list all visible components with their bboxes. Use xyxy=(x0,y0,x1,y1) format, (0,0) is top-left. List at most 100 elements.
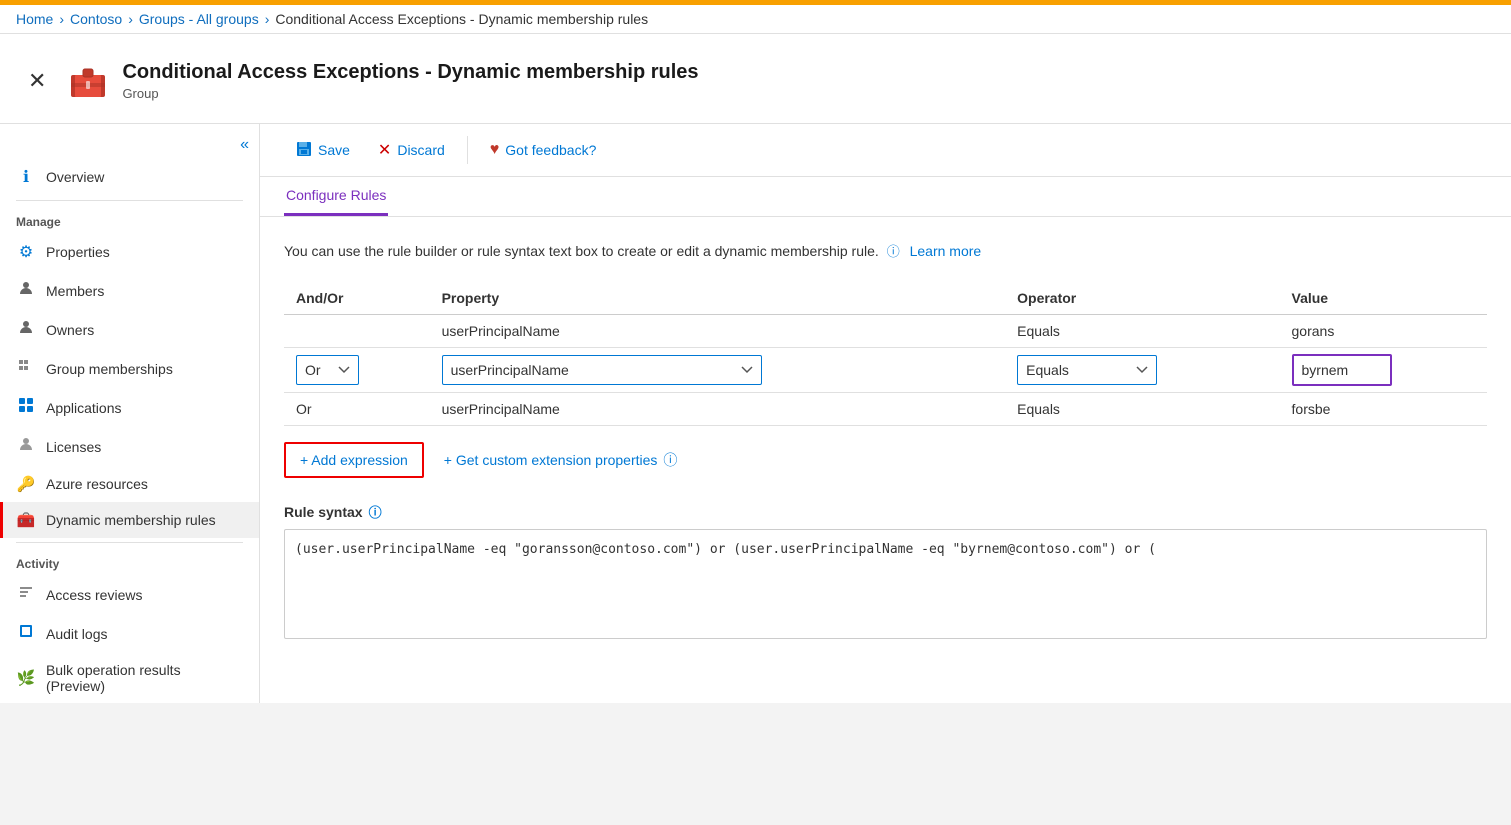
sidebar: « ℹ Overview Manage ⚙ Properties Members… xyxy=(0,124,260,703)
feedback-label: Got feedback? xyxy=(505,142,596,158)
col-header-and-or: And/Or xyxy=(284,282,430,315)
sidebar-item-overview[interactable]: ℹ Overview xyxy=(0,158,259,196)
sidebar-item-bulk-operations[interactable]: 🌿 Bulk operation results (Preview) xyxy=(0,653,259,703)
breadcrumb-sep1: › xyxy=(59,11,64,27)
get-custom-extension-button[interactable]: + Get custom extension properties ⓘ xyxy=(444,450,678,470)
row1-and-or xyxy=(284,315,430,348)
sidebar-item-applications[interactable]: Applications xyxy=(0,388,259,427)
sidebar-item-properties[interactable]: ⚙ Properties xyxy=(0,233,259,271)
save-label: Save xyxy=(318,142,350,158)
add-expression-button[interactable]: + Add expression xyxy=(284,442,424,478)
row2-value-cell xyxy=(1280,348,1487,393)
tab-configure-rules-label: Configure Rules xyxy=(286,187,386,203)
owners-icon xyxy=(16,319,36,340)
row2-and-or-cell: Or And xyxy=(284,348,430,393)
page-title: Conditional Access Exceptions - Dynamic … xyxy=(122,61,698,84)
breadcrumb-home[interactable]: Home xyxy=(16,11,53,27)
sidebar-item-azure-resources[interactable]: 🔑 Azure resources xyxy=(0,466,259,502)
operator-dropdown[interactable]: Equals Not Equals Contains xyxy=(1017,355,1157,385)
sidebar-item-label-overview: Overview xyxy=(46,169,104,185)
get-custom-info-icon: ⓘ xyxy=(663,450,677,470)
page-title-block: Conditional Access Exceptions - Dynamic … xyxy=(122,61,698,101)
discard-button[interactable]: ✕ Discard xyxy=(366,134,457,166)
sidebar-item-owners[interactable]: Owners xyxy=(0,310,259,349)
property-dropdown[interactable]: userPrincipalName xyxy=(442,355,762,385)
sidebar-label-applications: Applications xyxy=(46,400,122,416)
table-row: Or userPrincipalName Equals forsbe xyxy=(284,393,1487,426)
sidebar-section-manage: Manage xyxy=(0,205,259,233)
feedback-icon: ♥ xyxy=(490,141,500,159)
sidebar-item-audit-logs[interactable]: Audit logs xyxy=(0,614,259,653)
tab-configure-rules[interactable]: Configure Rules xyxy=(284,177,388,216)
sidebar-label-bulk-operations: Bulk operation results (Preview) xyxy=(46,662,243,694)
table-row: userPrincipalName Equals gorans xyxy=(284,315,1487,348)
discard-icon: ✕ xyxy=(378,140,391,160)
row1-value: gorans xyxy=(1280,315,1487,348)
learn-more-link[interactable]: Learn more xyxy=(910,243,982,259)
applications-icon xyxy=(16,397,36,418)
sidebar-collapse-button[interactable]: « xyxy=(0,132,259,158)
sidebar-item-access-reviews[interactable]: Access reviews xyxy=(0,575,259,614)
get-custom-label: + Get custom extension properties xyxy=(444,452,658,468)
info-icon-circle: ⓘ xyxy=(887,244,900,259)
value-input[interactable] xyxy=(1292,354,1392,386)
sidebar-label-audit-logs: Audit logs xyxy=(46,626,107,642)
sidebar-item-dynamic-membership-rules[interactable]: 🧰 Dynamic membership rules xyxy=(0,502,259,538)
col-header-property: Property xyxy=(430,282,1006,315)
rule-syntax-label: Rule syntax ⓘ xyxy=(284,502,1487,521)
toolbar-divider xyxy=(467,136,468,164)
table-row-edit: Or And userPrincipalName Equals xyxy=(284,348,1487,393)
row3-operator: Equals xyxy=(1005,393,1279,426)
col-header-operator: Operator xyxy=(1005,282,1279,315)
rule-syntax-info-icon: ⓘ xyxy=(369,502,382,521)
row1-operator: Equals xyxy=(1005,315,1279,348)
breadcrumb-sep2: › xyxy=(128,11,133,27)
close-button[interactable]: ✕ xyxy=(20,64,54,98)
properties-icon: ⚙ xyxy=(16,242,36,262)
sidebar-item-licenses[interactable]: Licenses xyxy=(0,427,259,466)
sidebar-item-members[interactable]: Members xyxy=(0,271,259,310)
col-header-value: Value xyxy=(1280,282,1487,315)
azure-resources-icon: 🔑 xyxy=(16,475,36,493)
save-button[interactable]: Save xyxy=(284,135,362,166)
bulk-operations-icon: 🌿 xyxy=(16,669,36,687)
rule-syntax-section: Rule syntax ⓘ xyxy=(284,502,1487,642)
row2-property-cell: userPrincipalName xyxy=(430,348,1006,393)
sidebar-label-dynamic-rules: Dynamic membership rules xyxy=(46,512,216,528)
row2-operator-cell: Equals Not Equals Contains xyxy=(1005,348,1279,393)
page-icon xyxy=(68,61,108,101)
info-icon: ℹ xyxy=(16,167,36,187)
breadcrumb-groups[interactable]: Groups - All groups xyxy=(139,11,259,27)
sidebar-label-azure-resources: Azure resources xyxy=(46,476,148,492)
breadcrumb-contoso[interactable]: Contoso xyxy=(70,11,122,27)
save-icon xyxy=(296,141,312,160)
add-expression-label: + Add expression xyxy=(300,452,408,468)
tab-bar: Configure Rules xyxy=(260,177,1511,217)
sidebar-label-group-memberships: Group memberships xyxy=(46,361,173,377)
page-header: ✕ Conditional Access Exceptions - Dynami… xyxy=(0,34,1511,124)
page-subtitle: Group xyxy=(122,86,698,101)
sidebar-label-owners: Owners xyxy=(46,322,94,338)
breadcrumb: Home › Contoso › Groups - All groups › C… xyxy=(0,5,1511,34)
discard-label: Discard xyxy=(397,142,444,158)
sidebar-divider-1 xyxy=(16,200,243,201)
breadcrumb-sep3: › xyxy=(265,11,270,27)
dynamic-rules-icon: 🧰 xyxy=(16,511,36,529)
sidebar-label-members: Members xyxy=(46,283,104,299)
group-memberships-icon xyxy=(16,358,36,379)
sidebar-item-group-memberships[interactable]: Group memberships xyxy=(0,349,259,388)
main-content: Save ✕ Discard ♥ Got feedback? Configure… xyxy=(260,124,1511,703)
row1-property: userPrincipalName xyxy=(430,315,1006,348)
sidebar-label-licenses: Licenses xyxy=(46,439,101,455)
row3-property: userPrincipalName xyxy=(430,393,1006,426)
sidebar-label-properties: Properties xyxy=(46,244,110,260)
members-icon xyxy=(16,280,36,301)
rule-syntax-textarea[interactable] xyxy=(284,529,1487,639)
breadcrumb-current: Conditional Access Exceptions - Dynamic … xyxy=(275,11,648,27)
and-or-dropdown[interactable]: Or And xyxy=(296,355,359,385)
feedback-button[interactable]: ♥ Got feedback? xyxy=(478,135,609,165)
sidebar-divider-2 xyxy=(16,542,243,543)
sidebar-section-activity: Activity xyxy=(0,547,259,575)
audit-logs-icon xyxy=(16,623,36,644)
sidebar-label-access-reviews: Access reviews xyxy=(46,587,142,603)
